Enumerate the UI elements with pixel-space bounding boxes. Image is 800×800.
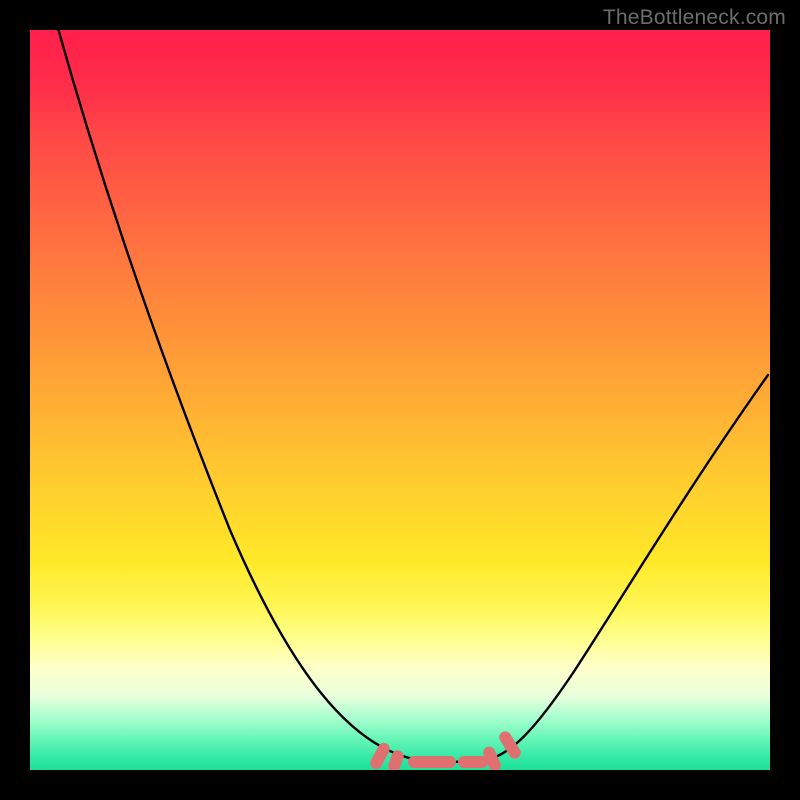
bead-group — [368, 729, 523, 770]
bead — [497, 729, 523, 761]
bead — [458, 756, 488, 768]
watermark-text: TheBottleneck.com — [603, 6, 786, 30]
bead — [408, 756, 456, 768]
outer-frame: TheBottleneck.com — [0, 0, 800, 800]
bottleneck-curve — [30, 30, 770, 770]
plot-area — [30, 30, 770, 770]
curve-path — [42, 30, 768, 762]
